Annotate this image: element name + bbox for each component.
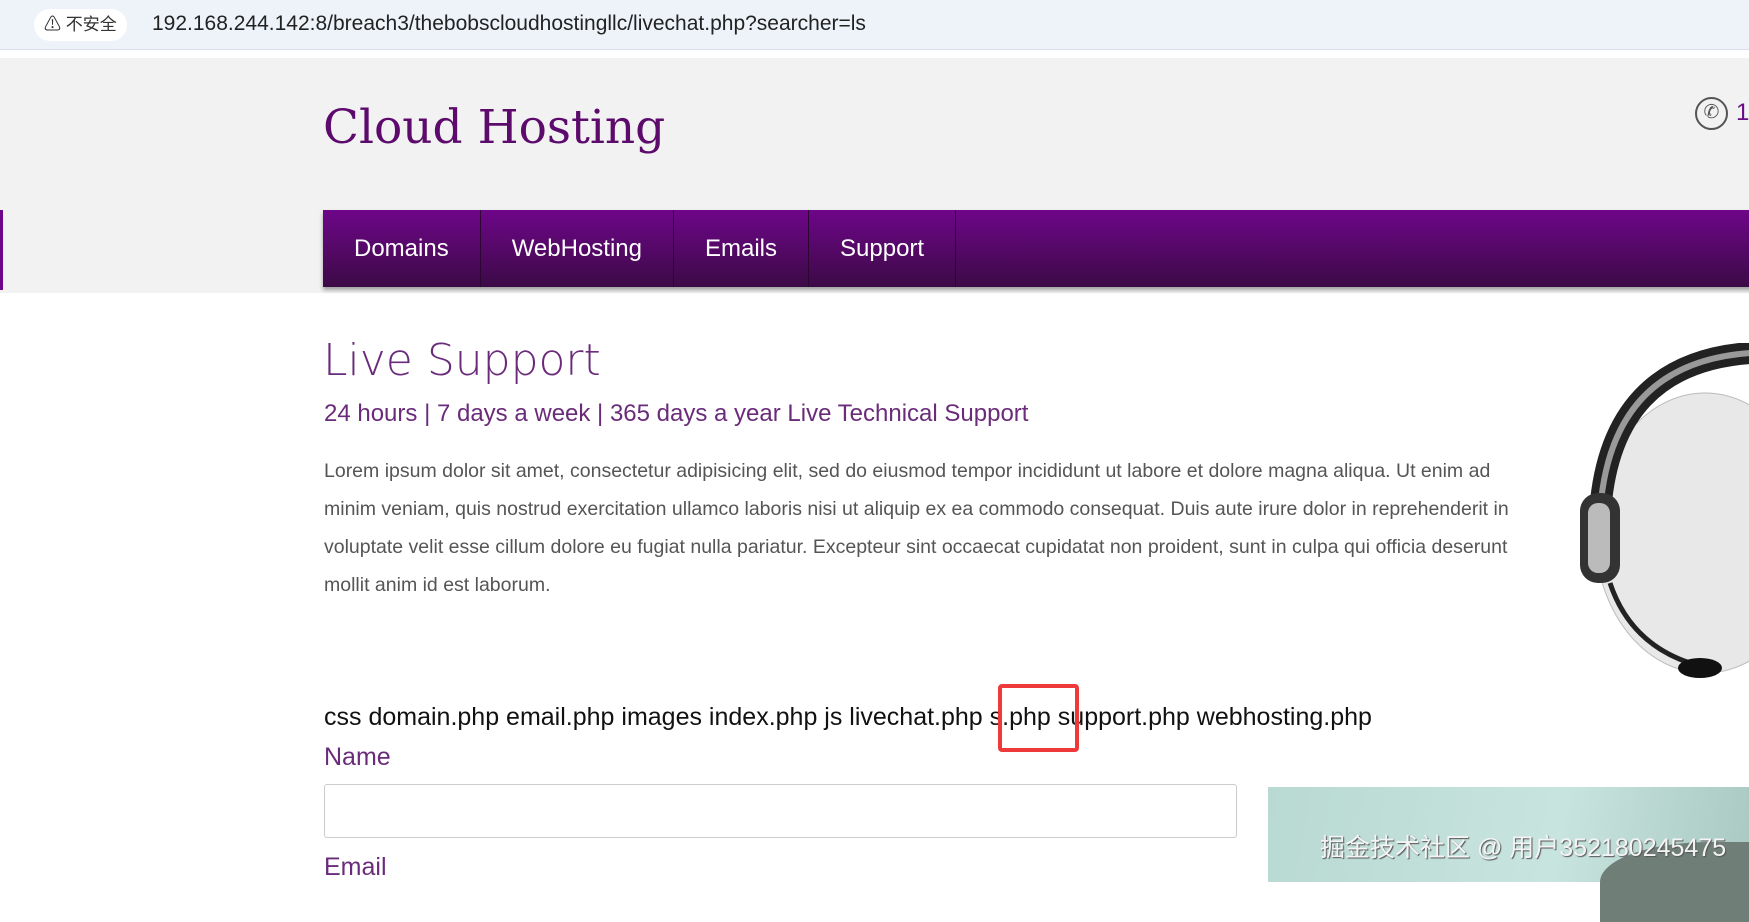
address-bar[interactable]: ⚠ 不安全 192.168.244.142:8/breach3/thebobsc…	[0, 0, 1749, 50]
highlight-annotation-box	[998, 684, 1079, 752]
phone-number: 1	[1736, 99, 1749, 126]
name-input[interactable]	[324, 784, 1237, 838]
name-label: Name	[324, 743, 391, 771]
listing-text-rest: support.php webhosting.php	[1050, 703, 1372, 731]
not-secure-badge[interactable]: ⚠ 不安全	[34, 9, 127, 41]
page-subtitle: 24 hours | 7 days a week | 365 days a ye…	[324, 400, 1029, 427]
page-title: Live Support	[323, 335, 601, 386]
watermark: 掘金技术社区 @ 用户3521802454​75	[1320, 834, 1727, 862]
intro-paragraph: Lorem ipsum dolor sit amet, consectetur …	[324, 460, 1509, 596]
listing-text: css domain.php email.php images index.ph…	[324, 703, 990, 731]
left-edge-strip	[0, 210, 3, 290]
nav-domains[interactable]: Domains	[323, 210, 481, 287]
main-nav: Domains WebHosting Emails Support	[323, 210, 1749, 287]
nav-support[interactable]: Support	[809, 210, 957, 287]
site-logo[interactable]: Cloud Hosting	[323, 100, 665, 155]
email-label: Email	[324, 853, 387, 881]
command-output-listing: css domain.php email.php images index.ph…	[324, 703, 1372, 732]
url-text[interactable]: 192.168.244.142:8/breach3/thebobscloudho…	[152, 11, 866, 37]
nav-emails[interactable]: Emails	[674, 210, 810, 287]
support-headset-image	[1580, 343, 1749, 678]
phone-icon: ✆	[1695, 97, 1728, 130]
nav-webhosting[interactable]: WebHosting	[481, 210, 674, 287]
